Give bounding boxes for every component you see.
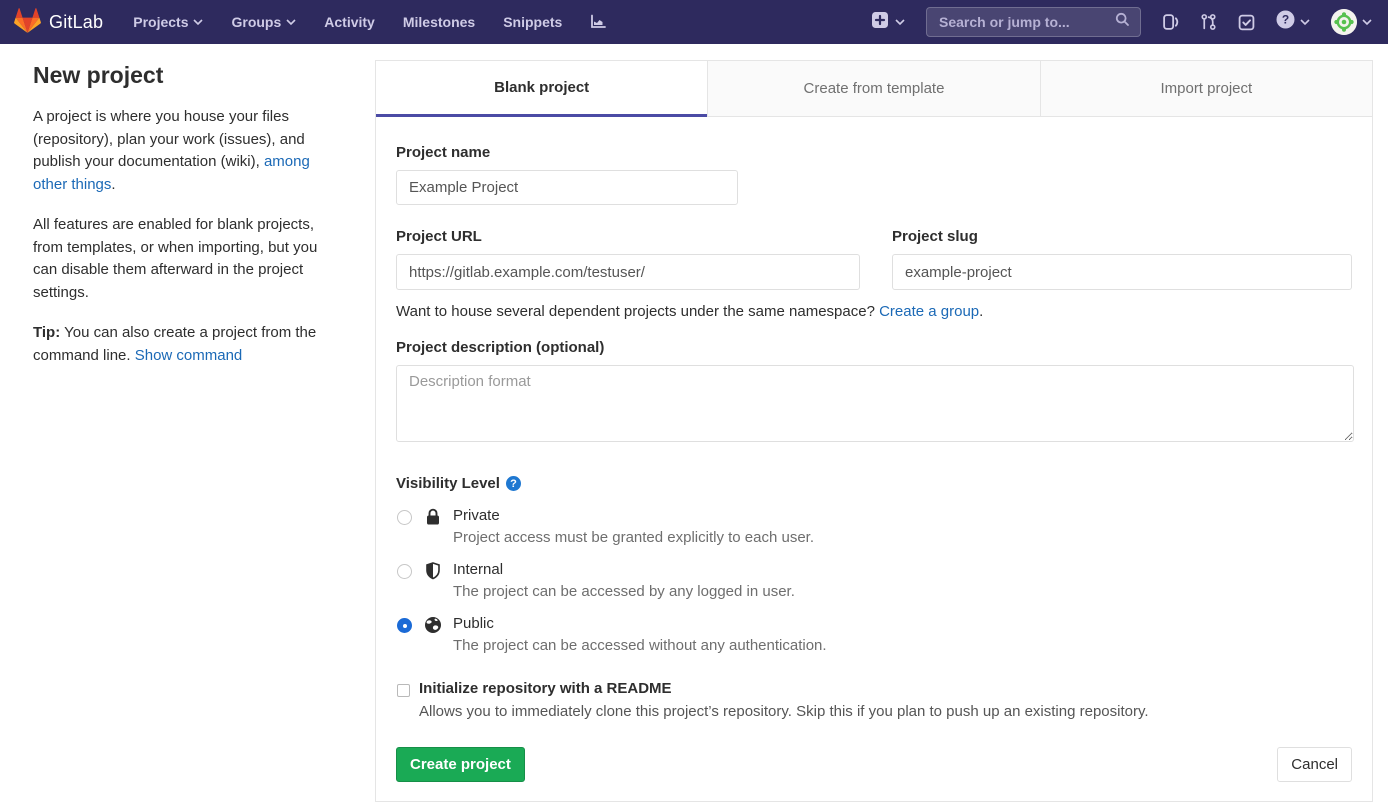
top-navbar: GitLab Projects Groups Activity Mileston…	[0, 0, 1388, 44]
readme-checkbox[interactable]	[397, 684, 410, 697]
nav-groups[interactable]: Groups	[231, 14, 296, 30]
project-name-label: Project name	[396, 144, 1352, 161]
show-command-link[interactable]: Show command	[135, 347, 243, 364]
global-search[interactable]	[926, 7, 1141, 37]
shield-icon	[423, 562, 443, 600]
project-url-input[interactable]	[396, 254, 860, 290]
new-project-panel: Blank project Create from template Impor…	[375, 60, 1373, 802]
user-menu-button[interactable]	[1331, 9, 1372, 35]
public-label[interactable]: Public	[453, 615, 827, 632]
avatar	[1331, 9, 1357, 35]
visibility-level-label: Visibility Level	[396, 475, 500, 492]
chevron-down-icon	[1362, 19, 1372, 26]
visibility-help-icon[interactable]: ?	[506, 476, 521, 491]
readme-label[interactable]: Initialize repository with a README	[419, 680, 1149, 697]
lock-icon	[423, 508, 443, 546]
primary-nav: Projects Groups Activity Milestones Snip…	[133, 14, 607, 30]
project-slug-input[interactable]	[892, 254, 1352, 290]
blank-project-form: Project name Project URL Project slug Wa…	[376, 117, 1372, 801]
tab-import-project[interactable]: Import project	[1040, 61, 1372, 117]
issues-icon[interactable]	[1162, 13, 1179, 31]
project-slug-label: Project slug	[892, 228, 1352, 245]
chevron-down-icon	[1300, 19, 1310, 26]
nav-snippets[interactable]: Snippets	[503, 14, 562, 30]
sidebar-paragraph-2: All features are enabled for blank proje…	[33, 214, 341, 304]
gitlab-tanuki-logo-icon	[14, 7, 41, 38]
search-input[interactable]	[939, 14, 1115, 30]
namespace-hint: Want to house several dependent projects…	[396, 303, 1352, 320]
private-radio[interactable]	[397, 510, 412, 525]
cancel-button[interactable]: Cancel	[1277, 747, 1352, 782]
create-a-group-link[interactable]: Create a group	[879, 303, 979, 320]
internal-label[interactable]: Internal	[453, 561, 795, 578]
public-radio[interactable]	[397, 618, 412, 633]
help-icon: ?	[1276, 10, 1295, 34]
chevron-down-icon	[286, 19, 296, 26]
new-project-sidebar: New project A project is where you house…	[0, 44, 375, 385]
visibility-option-internal: Internal The project can be accessed by …	[396, 561, 1352, 600]
internal-radio[interactable]	[397, 564, 412, 579]
visibility-option-private: Private Project access must be granted e…	[396, 507, 1352, 546]
public-description: The project can be accessed without any …	[453, 637, 827, 654]
page-title: New project	[33, 62, 341, 89]
plus-square-icon	[871, 11, 889, 34]
project-name-input[interactable]	[396, 170, 738, 205]
nav-activity[interactable]: Activity	[324, 14, 375, 30]
readme-description: Allows you to immediately clone this pro…	[419, 703, 1149, 720]
chevron-down-icon	[193, 19, 203, 26]
navbar-right: ?	[871, 7, 1372, 37]
private-description: Project access must be granted explicitl…	[453, 529, 814, 546]
help-menu-button[interactable]: ?	[1276, 10, 1310, 34]
nav-projects[interactable]: Projects	[133, 14, 203, 30]
project-url-label: Project URL	[396, 228, 860, 245]
internal-description: The project can be accessed by any logge…	[453, 583, 795, 600]
project-description-textarea[interactable]	[396, 365, 1354, 442]
gitlab-home-link[interactable]: GitLab	[14, 7, 103, 38]
merge-request-icon[interactable]	[1200, 13, 1217, 31]
todos-icon[interactable]	[1238, 14, 1255, 31]
create-project-button[interactable]: Create project	[396, 747, 525, 782]
tab-blank-project[interactable]: Blank project	[376, 61, 707, 117]
search-icon	[1115, 12, 1130, 32]
globe-icon	[423, 616, 443, 654]
visibility-option-public: Public The project can be accessed witho…	[396, 615, 1352, 654]
readme-option: Initialize repository with a README Allo…	[396, 680, 1352, 720]
nav-milestones[interactable]: Milestones	[403, 14, 475, 30]
visibility-section: Visibility Level ? Private Project acces…	[396, 475, 1352, 654]
brand-name: GitLab	[49, 12, 103, 33]
private-label[interactable]: Private	[453, 507, 814, 524]
sidebar-tip: Tip: You can also create a project from …	[33, 322, 341, 367]
tab-create-from-template[interactable]: Create from template	[707, 61, 1039, 117]
project-type-tabs: Blank project Create from template Impor…	[376, 61, 1372, 117]
sidebar-paragraph-1: A project is where you house your files …	[33, 106, 341, 196]
svg-text:?: ?	[1282, 13, 1289, 27]
new-menu-button[interactable]	[871, 11, 905, 34]
project-description-label: Project description (optional)	[396, 339, 1352, 356]
chart-icon[interactable]	[590, 14, 607, 30]
chevron-down-icon	[895, 19, 905, 26]
